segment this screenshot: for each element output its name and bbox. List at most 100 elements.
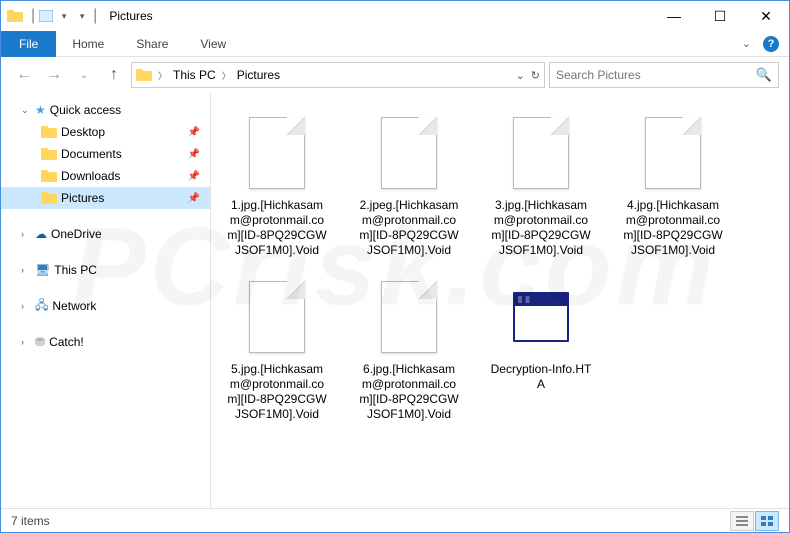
sidebar-item-thispc[interactable]: › 🖥 This PC [1, 259, 210, 281]
properties-icon[interactable] [39, 9, 53, 23]
chevron-right-icon[interactable]: 〉 [222, 69, 231, 82]
recent-locations-icon[interactable]: ⌄ [71, 62, 97, 88]
address-bar: ← → ⌄ ↑ 〉 This PC 〉 Pictures ⌄ ↻ Search … [1, 57, 789, 93]
network-icon: 🖧 [35, 296, 48, 317]
chevron-right-icon[interactable]: 〉 [158, 69, 167, 82]
breadcrumb-bar[interactable]: 〉 This PC 〉 Pictures ⌄ ↻ [131, 62, 545, 88]
blank-file-icon [373, 274, 445, 360]
status-item-count: 7 items [11, 514, 50, 528]
view-details-button[interactable] [730, 511, 754, 531]
file-grid: 1.jpg.[Hichkasamm@protonmail.com][ID-8PQ… [221, 105, 779, 427]
window-controls: — ☐ ✕ [651, 1, 789, 31]
file-pane[interactable]: 1.jpg.[Hichkasamm@protonmail.com][ID-8PQ… [211, 93, 789, 508]
file-name: 6.jpg.[Hichkasamm@protonmail.com][ID-8PQ… [358, 362, 460, 422]
computer-icon: 🖥 [35, 263, 50, 277]
up-button[interactable]: ↑ [101, 62, 127, 88]
search-input[interactable]: Search Pictures 🔍 [549, 62, 779, 88]
sidebar-label: Quick access [50, 103, 121, 117]
sidebar-item-label: Pictures [61, 191, 104, 205]
blank-file-icon [241, 110, 313, 196]
separator: | [31, 7, 35, 25]
blank-file-icon [505, 110, 577, 196]
file-item[interactable]: 4.jpg.[Hichkasamm@protonmail.com][ID-8PQ… [617, 105, 729, 263]
caret-icon[interactable]: › [21, 337, 31, 347]
file-tab[interactable]: File [1, 31, 56, 57]
qat-chevron-icon[interactable]: ▾ [75, 9, 89, 23]
sidebar-item-onedrive[interactable]: › ☁ OneDrive [1, 223, 210, 245]
sidebar-item-label: Catch! [49, 335, 84, 349]
search-placeholder: Search Pictures [556, 68, 641, 82]
folder-icon [7, 9, 23, 23]
qat-dropdown-icon[interactable]: ▾ [57, 9, 71, 23]
pin-icon: 📌 [188, 171, 200, 182]
separator: | [93, 7, 97, 25]
application-icon [505, 274, 577, 360]
main-area: ⌄ ★ Quick access Desktop 📌 Documents 📌 D… [1, 93, 789, 508]
dropdown-icon[interactable]: ⌄ [516, 69, 525, 82]
folder-icon [41, 147, 57, 161]
file-item[interactable]: 5.jpg.[Hichkasamm@protonmail.com][ID-8PQ… [221, 269, 333, 427]
file-item[interactable]: Decryption-Info.HTA [485, 269, 597, 427]
minimize-button[interactable]: — [651, 1, 697, 31]
blank-file-icon [373, 110, 445, 196]
help-icon[interactable]: ? [763, 36, 779, 52]
close-button[interactable]: ✕ [743, 1, 789, 31]
file-name: 2.jpeg.[Hichkasamm@protonmail.com][ID-8P… [358, 198, 460, 258]
forward-button[interactable]: → [41, 62, 67, 88]
file-name: 3.jpg.[Hichkasamm@protonmail.com][ID-8PQ… [490, 198, 592, 258]
sidebar-item-catch[interactable]: › ⛃ Catch! [1, 331, 210, 353]
window-title: Pictures [109, 9, 152, 23]
sidebar-item-label: OneDrive [51, 227, 102, 241]
view-toggle [730, 511, 779, 531]
ribbon: File Home Share View ⌄ ? [1, 31, 789, 57]
pin-icon: 📌 [188, 127, 200, 138]
tab-view[interactable]: View [184, 31, 242, 57]
sidebar-item-documents[interactable]: Documents 📌 [1, 143, 210, 165]
file-item[interactable]: 2.jpeg.[Hichkasamm@protonmail.com][ID-8P… [353, 105, 465, 263]
sidebar-quick-access[interactable]: ⌄ ★ Quick access [1, 99, 210, 121]
blank-file-icon [637, 110, 709, 196]
tab-share[interactable]: Share [120, 31, 184, 57]
sidebar-item-label: This PC [54, 263, 97, 277]
sidebar-item-label: Network [52, 299, 96, 313]
sidebar-item-network[interactable]: › 🖧 Network [1, 295, 210, 317]
pin-icon: 📌 [188, 149, 200, 160]
caret-icon[interactable]: › [21, 229, 31, 239]
sidebar-item-label: Desktop [61, 125, 105, 139]
blank-file-icon [241, 274, 313, 360]
drive-icon: ⛃ [35, 335, 45, 349]
sidebar-item-downloads[interactable]: Downloads 📌 [1, 165, 210, 187]
quick-access-toolbar: ▾ ▾ [39, 9, 89, 23]
cloud-icon: ☁ [35, 227, 47, 241]
file-item[interactable]: 6.jpg.[Hichkasamm@protonmail.com][ID-8PQ… [353, 269, 465, 427]
refresh-icon[interactable]: ↻ [531, 69, 540, 82]
view-icons-button[interactable] [755, 511, 779, 531]
status-bar: 7 items [1, 508, 789, 532]
file-item[interactable]: 1.jpg.[Hichkasamm@protonmail.com][ID-8PQ… [221, 105, 333, 263]
breadcrumb-root[interactable]: This PC [173, 68, 216, 82]
folder-icon [41, 169, 57, 183]
caret-icon[interactable]: › [21, 265, 31, 275]
breadcrumb-current[interactable]: Pictures [237, 68, 280, 82]
tab-home[interactable]: Home [56, 31, 120, 57]
nav-sidebar: ⌄ ★ Quick access Desktop 📌 Documents 📌 D… [1, 93, 211, 508]
file-item[interactable]: 3.jpg.[Hichkasamm@protonmail.com][ID-8PQ… [485, 105, 597, 263]
titlebar: | ▾ ▾ | Pictures — ☐ ✕ [1, 1, 789, 31]
caret-icon[interactable]: ⌄ [21, 105, 31, 116]
sidebar-item-pictures[interactable]: Pictures 📌 [1, 187, 210, 209]
file-name: 5.jpg.[Hichkasamm@protonmail.com][ID-8PQ… [226, 362, 328, 422]
sidebar-item-label: Documents [61, 147, 122, 161]
back-button[interactable]: ← [11, 62, 37, 88]
pin-icon: 📌 [188, 193, 200, 204]
folder-icon [41, 191, 57, 205]
ribbon-collapse-icon[interactable]: ⌄ [742, 37, 751, 50]
caret-icon[interactable]: › [21, 301, 31, 311]
search-icon[interactable]: 🔍 [756, 67, 772, 83]
folder-icon [136, 68, 152, 82]
star-icon: ★ [35, 103, 46, 117]
file-name: Decryption-Info.HTA [490, 362, 592, 392]
sidebar-item-desktop[interactable]: Desktop 📌 [1, 121, 210, 143]
folder-icon [41, 125, 57, 139]
file-name: 1.jpg.[Hichkasamm@protonmail.com][ID-8PQ… [226, 198, 328, 258]
maximize-button[interactable]: ☐ [697, 1, 743, 31]
